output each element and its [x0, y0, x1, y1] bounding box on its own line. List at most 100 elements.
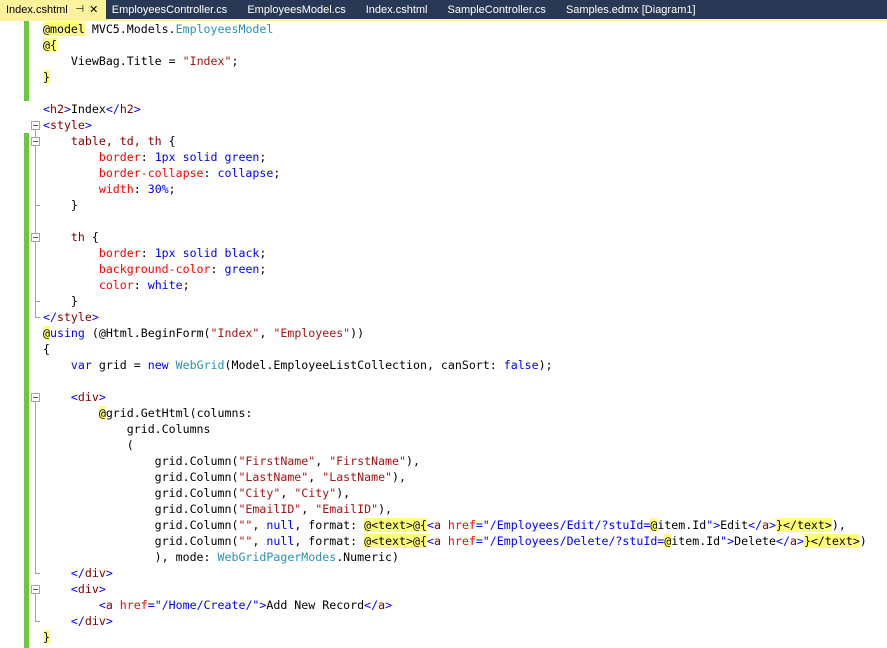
code-token: border-collapse: [43, 166, 204, 180]
collapse-minus-icon[interactable]: [31, 233, 40, 242]
code-token: </: [105, 102, 120, 116]
code-token: ,: [280, 486, 295, 500]
code-line[interactable]: }: [43, 197, 887, 213]
code-line[interactable]: @model MVC5.Models.EmployeesModel: [43, 21, 887, 37]
fold-guide-line: [35, 242, 36, 301]
code-line[interactable]: <div>: [43, 389, 887, 405]
code-line[interactable]: grid.Column("EmailID", "EmailID"),: [43, 501, 887, 517]
fold-guide-end: [35, 317, 40, 318]
code-text-area[interactable]: @model MVC5.Models.EmployeesModel @{ View…: [43, 21, 887, 645]
code-line[interactable]: grid.Column("LastName", "LastName"),: [43, 469, 887, 485]
tab-label: EmployeesModel.cs: [247, 3, 346, 16]
code-line[interactable]: <style>: [43, 117, 887, 133]
code-token: grid.Column(: [43, 534, 239, 548]
code-line[interactable]: border: 1px solid black;: [43, 245, 887, 261]
code-token: ),: [378, 502, 393, 516]
change-bar: [24, 21, 29, 101]
code-line[interactable]: table, td, th {: [43, 133, 887, 149]
code-line[interactable]: color: white;: [43, 277, 887, 293]
code-line[interactable]: background-color: green;: [43, 261, 887, 277]
outlining-margin[interactable]: [30, 21, 40, 648]
code-line[interactable]: <div>: [43, 581, 887, 597]
tab-label: Samples.edmx [Diagram1]: [565, 3, 696, 16]
code-token: "Employees": [273, 326, 351, 340]
code-token: )): [350, 326, 365, 340]
code-line[interactable]: grid.Column("FirstName", "FirstName"),: [43, 453, 887, 469]
selection-margin[interactable]: [0, 21, 20, 648]
code-line[interactable]: {: [43, 341, 887, 357]
code-line[interactable]: th {: [43, 229, 887, 245]
code-line[interactable]: border-collapse: collapse;: [43, 165, 887, 181]
code-line[interactable]: (: [43, 437, 887, 453]
tab-samples-edmx-diagram[interactable]: Samples.edmx [Diagram1]: [560, 0, 710, 19]
code-line[interactable]: </div>: [43, 565, 887, 581]
code-token: }</text>: [803, 534, 860, 548]
pin-icon[interactable]: ⊣: [74, 4, 86, 15]
code-token: ): [859, 534, 867, 548]
code-token: (@Html.BeginForm(: [84, 326, 211, 340]
collapse-minus-icon[interactable]: [31, 121, 40, 130]
collapse-minus-icon[interactable]: [31, 137, 40, 146]
code-token: color: [43, 278, 134, 292]
code-token: >: [63, 102, 71, 116]
code-line[interactable]: border: 1px solid green;: [43, 149, 887, 165]
code-token: ,: [301, 502, 316, 516]
code-token: "City": [294, 486, 337, 500]
code-token: </: [748, 518, 763, 532]
code-line[interactable]: <a href="/Home/Create/">Add New Record</…: [43, 597, 887, 613]
code-token: item.Id: [671, 534, 721, 548]
code-line[interactable]: ViewBag.Title = "Index";: [43, 53, 887, 69]
code-token: background-color: [43, 262, 211, 276]
text-editor[interactable]: @model MVC5.Models.EmployeesModel @{ View…: [0, 21, 887, 648]
code-token: ,: [308, 470, 323, 484]
code-line[interactable]: [43, 213, 887, 229]
code-line[interactable]: grid.Column("City", "City"),: [43, 485, 887, 501]
code-token: >: [98, 582, 106, 596]
code-token: collapse: [217, 166, 274, 180]
code-line[interactable]: ), mode: WebGridPagerModes.Numeric): [43, 549, 887, 565]
code-line[interactable]: <h2>Index</h2>: [43, 101, 887, 117]
code-token: ,: [252, 518, 267, 532]
code-line[interactable]: grid.Column("", null, format: @<text>@{<…: [43, 533, 887, 549]
code-token: Index: [70, 102, 106, 116]
code-token: white: [147, 278, 183, 292]
code-line[interactable]: @grid.GetHtml(columns:: [43, 405, 887, 421]
code-token: ">: [720, 534, 735, 548]
code-line[interactable]: </div>: [43, 613, 887, 629]
code-line[interactable]: }: [43, 69, 887, 85]
code-line[interactable]: [43, 85, 887, 101]
code-line[interactable]: </style>: [43, 309, 887, 325]
code-line[interactable]: @{: [43, 37, 887, 53]
tab-label: EmployeesController.cs: [111, 3, 228, 16]
code-line[interactable]: var grid = new WebGrid(Model.EmployeeLis…: [43, 357, 887, 373]
code-token: {: [168, 134, 176, 148]
code-token: grid.GetHtml(columns:: [105, 406, 253, 420]
code-token: "City": [238, 486, 281, 500]
code-token: <: [43, 598, 106, 612]
tab-index-cshtml[interactable]: Index.cshtml: [360, 0, 442, 19]
tab-index-cshtml-active[interactable]: Index.cshtml ⊣ ✕: [0, 0, 106, 19]
code-token: ,: [315, 454, 330, 468]
tab-employees-model[interactable]: EmployeesModel.cs: [241, 0, 359, 19]
code-line[interactable]: grid.Column("", null, format: @<text>@{<…: [43, 517, 887, 533]
code-line[interactable]: }: [43, 629, 887, 645]
code-line[interactable]: [43, 373, 887, 389]
code-line[interactable]: @using (@Html.BeginForm("Index", "Employ…: [43, 325, 887, 341]
code-token: width: [43, 182, 134, 196]
code-token: ;: [182, 278, 190, 292]
code-token: (: [43, 438, 134, 452]
code-token: }: [43, 198, 78, 212]
collapse-minus-icon[interactable]: [31, 585, 40, 594]
tab-employees-controller[interactable]: EmployeesController.cs: [106, 0, 242, 19]
collapse-minus-icon[interactable]: [31, 393, 40, 402]
code-line[interactable]: grid.Columns: [43, 421, 887, 437]
code-token: ,: [252, 534, 267, 548]
tab-label: SampleController.cs: [447, 3, 546, 16]
code-line[interactable]: width: 30%;: [43, 181, 887, 197]
code-token: Delete: [734, 534, 777, 548]
code-token: "FirstName": [238, 454, 316, 468]
close-icon[interactable]: ✕: [88, 3, 100, 16]
tab-sample-controller[interactable]: SampleController.cs: [442, 0, 560, 19]
code-line[interactable]: }: [43, 293, 887, 309]
